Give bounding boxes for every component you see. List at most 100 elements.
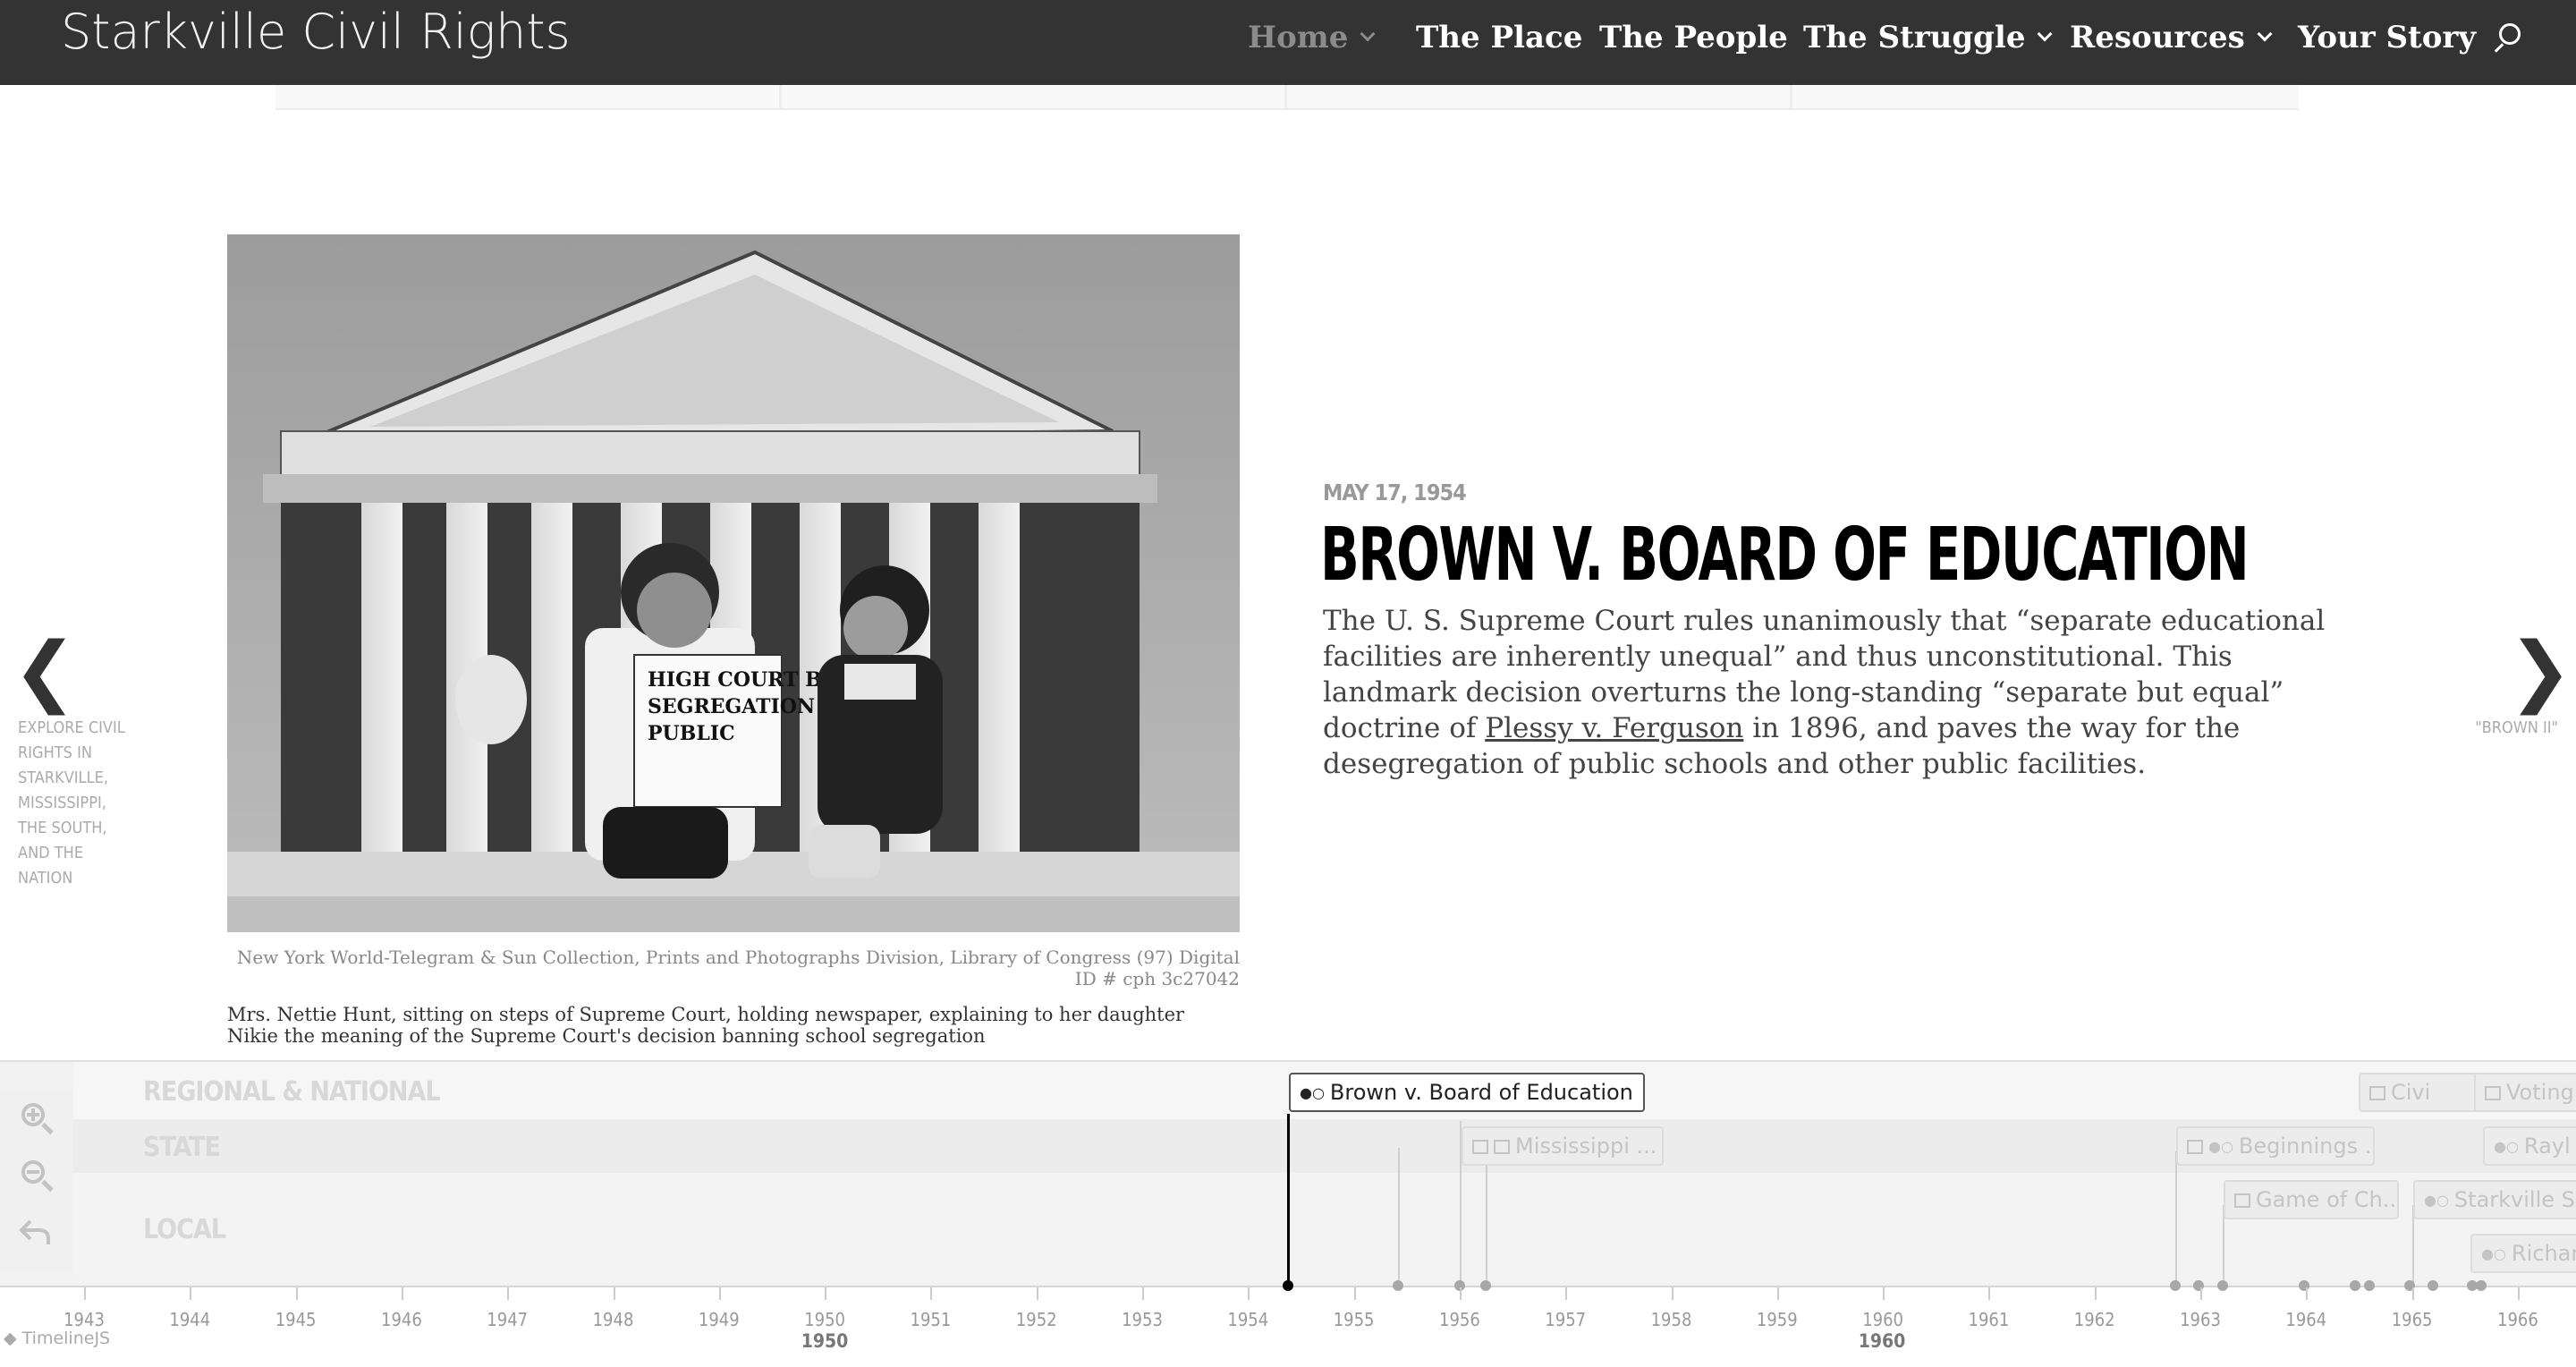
year-label: 1946 xyxy=(381,1309,422,1330)
year-label: 1950 xyxy=(804,1309,845,1330)
timeline-marker-mississippi[interactable]: Mississippi ... xyxy=(1462,1126,1664,1166)
image-marker-icon xyxy=(1472,1140,1488,1154)
year-tick xyxy=(1565,1287,1568,1300)
text-marker-icon: ●○ xyxy=(2494,1138,2519,1155)
year-tick xyxy=(1036,1287,1038,1300)
event-dot[interactable] xyxy=(1393,1280,1403,1291)
year-label: 1948 xyxy=(592,1309,634,1330)
marker-label: Beginnings ... xyxy=(2238,1134,2375,1159)
nav-the-place[interactable]: The Place xyxy=(1416,18,1582,57)
slide-photo: HIGH COURT BANS SEGREGATION IN PUBLIC xyxy=(227,234,1240,932)
year-tick xyxy=(1671,1287,1674,1300)
timeline-tools xyxy=(0,1091,73,1269)
year-label: 1964 xyxy=(2285,1309,2327,1330)
year-tick xyxy=(718,1287,721,1300)
year-label: 1944 xyxy=(169,1309,211,1330)
year-label: 1955 xyxy=(1333,1309,1375,1330)
year-label: 1962 xyxy=(2073,1309,2115,1330)
year-tick xyxy=(401,1287,403,1300)
event-dot[interactable] xyxy=(2217,1280,2228,1291)
marker-label: Civi xyxy=(2391,1080,2431,1105)
year-tick xyxy=(295,1287,298,1300)
chevron-down-icon xyxy=(2257,26,2273,42)
chevron-down-icon xyxy=(2037,26,2053,42)
plessy-link[interactable]: Plessy v. Ferguson xyxy=(1485,712,1743,744)
event-dot[interactable] xyxy=(2350,1280,2360,1291)
submenu-strip xyxy=(275,85,2299,110)
marker-line-active xyxy=(1287,1114,1290,1289)
prev-slide-arrow-icon[interactable]: ❮ xyxy=(13,633,77,709)
marker-label: Mississippi ... xyxy=(1515,1134,1657,1159)
zoom-in-icon[interactable] xyxy=(18,1100,57,1139)
marker-label: Game of Ch... xyxy=(2256,1187,2399,1212)
year-label: 1966 xyxy=(2497,1309,2538,1330)
event-dot[interactable] xyxy=(2476,1280,2487,1291)
event-dot[interactable] xyxy=(2428,1280,2438,1291)
slide-headline: BROWN V. BOARD OF EDUCATION xyxy=(1320,513,2250,598)
back-to-start-icon[interactable] xyxy=(18,1214,57,1253)
next-slide-label[interactable]: "BROWN II" xyxy=(2415,716,2558,741)
timeline-marker-starkville[interactable]: ●○Starkville S... xyxy=(2413,1180,2576,1219)
timeline-axis: 1943 1944 1945 1946 1947 1948 1949 1950 1951 1952… xyxy=(0,1280,2576,1367)
search-icon[interactable] xyxy=(2492,23,2521,59)
site-title[interactable]: Starkville Civil Rights xyxy=(61,4,571,60)
image-marker-icon xyxy=(2485,1086,2501,1100)
timeline-marker-rayl[interactable]: ●○ Rayl xyxy=(2483,1126,2576,1166)
year-tick xyxy=(1248,1287,1250,1300)
marker-line xyxy=(1486,1151,1487,1289)
year-tick xyxy=(507,1287,510,1300)
event-dot[interactable] xyxy=(1480,1280,1491,1291)
group-label-regional: REGIONAL & NATIONAL xyxy=(143,1076,441,1108)
group-label-local: LOCAL xyxy=(143,1214,226,1245)
year-label: 1961 xyxy=(1968,1309,2010,1330)
year-label: 1960 xyxy=(1862,1309,1903,1330)
year-tick xyxy=(1776,1287,1779,1300)
year-tick xyxy=(930,1287,933,1300)
image-marker-icon xyxy=(2234,1193,2250,1208)
year-tick xyxy=(1883,1287,1885,1300)
timeline-marker-beginnings[interactable]: ●○ Beginnings ... xyxy=(2176,1126,2375,1166)
year-label: 1958 xyxy=(1650,1309,1692,1330)
timeline-marker-voting[interactable]: Voting xyxy=(2474,1073,2576,1112)
year-tick xyxy=(2094,1287,2097,1300)
timelinejs-credit[interactable]: ◆ TimelineJS xyxy=(4,1329,110,1348)
nav-resources[interactable]: Resources xyxy=(2070,18,2273,57)
timeline-marker-richard[interactable]: ●○ Richard xyxy=(2470,1234,2576,1273)
timeline-marker-game-of-change[interactable]: Game of Ch... xyxy=(2224,1180,2399,1219)
group-band-local xyxy=(73,1173,2576,1284)
year-label: 1951 xyxy=(910,1309,952,1330)
slide-date: MAY 17, 1954 xyxy=(1323,480,1467,505)
zoom-out-icon[interactable] xyxy=(18,1157,57,1196)
event-dot[interactable] xyxy=(2170,1280,2181,1291)
marker-label: Voting xyxy=(2506,1080,2574,1105)
year-label: 1963 xyxy=(2180,1309,2221,1330)
marker-label: Brown v. Board of Education xyxy=(1329,1080,1633,1105)
year-tick xyxy=(2306,1287,2309,1300)
slide-body: The U. S. Supreme Court rules unanimousl… xyxy=(1323,603,2351,782)
event-dot[interactable] xyxy=(2364,1280,2375,1291)
image-marker-icon xyxy=(1494,1140,1510,1154)
year-label: 1959 xyxy=(1756,1309,1798,1330)
timeline-marker-brown-v-board[interactable]: ●○ Brown v. Board of Education xyxy=(1289,1073,1645,1112)
event-dot-active[interactable] xyxy=(1283,1280,1293,1291)
year-tick xyxy=(613,1287,615,1300)
nav-your-story[interactable]: Your Story xyxy=(2298,18,2476,57)
year-tick xyxy=(1459,1287,1462,1300)
nav-home-label: Home xyxy=(1248,20,1349,55)
timeline-nav: REGIONAL & NATIONAL STATE LOCAL ●○ Brown … xyxy=(0,1060,2576,1367)
text-marker-icon: ●○ xyxy=(1300,1084,1325,1101)
prev-slide-label[interactable]: EXPLORE CIVIL RIGHTS IN STARKVILLE, MISS… xyxy=(18,716,134,891)
marker-line xyxy=(1398,1148,1400,1289)
nav-home[interactable]: Home xyxy=(1248,18,1376,57)
year-label: 1965 xyxy=(2391,1309,2433,1330)
year-tick xyxy=(190,1287,192,1300)
next-slide-arrow-icon[interactable]: ❯ xyxy=(2508,633,2572,709)
year-label: 1953 xyxy=(1122,1309,1163,1330)
event-dot[interactable] xyxy=(2193,1280,2204,1291)
year-tick xyxy=(1988,1287,1991,1300)
nav-the-people[interactable]: The People xyxy=(1599,18,1788,57)
year-tick xyxy=(2200,1287,2202,1300)
nav-the-struggle[interactable]: The Struggle xyxy=(1803,18,2053,57)
decade-label: 1960 xyxy=(1858,1330,1906,1352)
year-label: 1945 xyxy=(275,1309,317,1330)
